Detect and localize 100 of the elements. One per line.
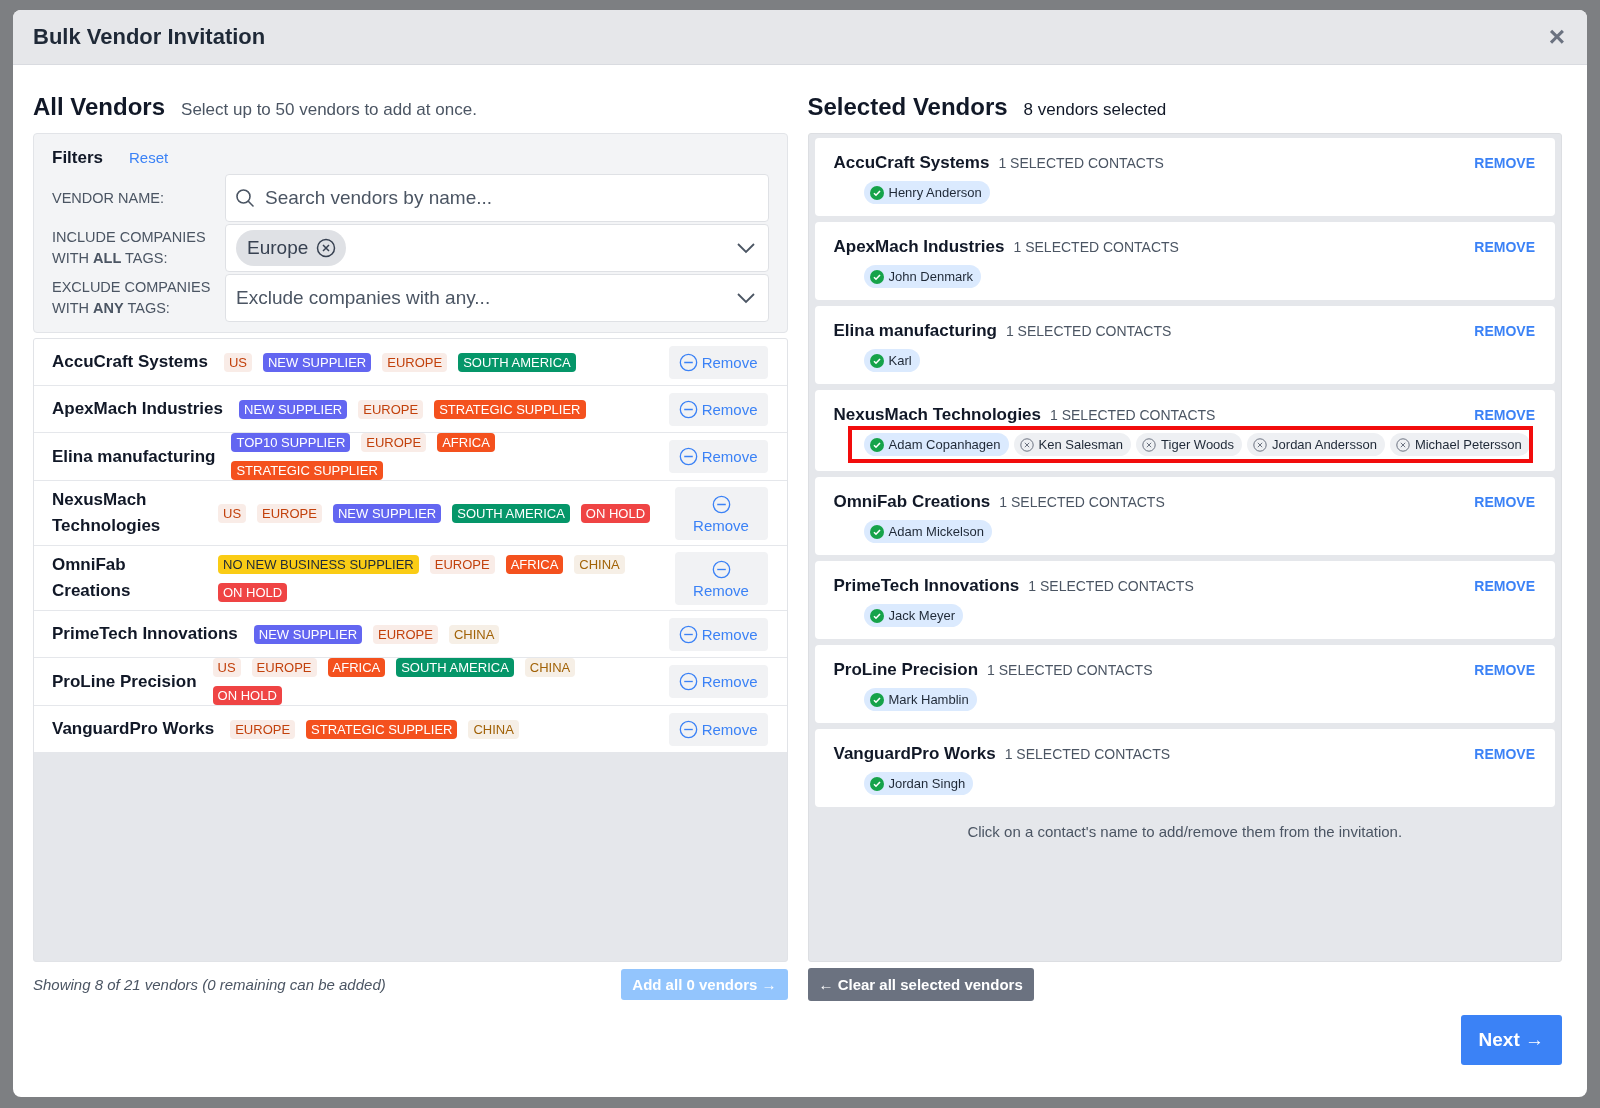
close-button[interactable]: × [1544,23,1569,51]
vendor-name: ProLine Precision [833,660,979,680]
contact-chip[interactable]: Michael Petersson [1389,433,1530,456]
minus-circle-icon [678,352,698,372]
contact-chip[interactable]: John Denmark [863,265,982,288]
tag-select-field[interactable]: Europe [225,224,769,272]
search-icon [235,188,255,208]
remove-link[interactable]: REMOVE [1474,746,1535,762]
vendor-name: OmniFab Creations [833,492,991,512]
vendor-tag: EUROPE [230,719,296,739]
filters-title: Filters [52,148,104,168]
remove-link[interactable]: REMOVE [1474,662,1535,678]
contact-chip[interactable]: Tiger Woods [1136,433,1243,456]
hint-text: Click on a contact's name to add/remove them from the invitation. [966,823,1404,840]
vendor-tag: STRATEGIC SUPPLIER [306,719,458,739]
vendor-tag: TOP10 SUPPLIER [231,433,351,452]
contact-count: 1 SELECTED CONTACTS [1013,239,1180,255]
vendor-tag: US [223,352,252,372]
contact-chip[interactable]: Jordan Singh [863,772,974,795]
contact-chip[interactable]: Adam Mickelson [863,520,992,543]
section-title: Selected Vendors [807,93,1008,121]
minus-circle-icon [678,399,698,419]
remove-link[interactable]: REMOVE [1474,323,1535,339]
remove-button[interactable]: Remove [668,617,768,651]
contact-count: 1 SELECTED CONTACTS [1028,578,1195,594]
vendor-tag: NEW SUPPLIER [253,624,363,644]
vendor-tag: STRATEGIC SUPPLIER [434,399,586,419]
contact-count: 1 SELECTED CONTACTS [1005,323,1173,339]
contact-chip[interactable]: Jordan Andersson [1247,433,1385,456]
contact-chip[interactable]: Jack Meyer [863,604,963,627]
search-field[interactable]: Search vendors by name... [225,174,769,222]
vendor-name: Elina manufacturing [52,446,216,467]
vendor-tag: SOUTH AMERICA [452,503,570,523]
remove-link[interactable]: REMOVE [1474,407,1535,423]
vendor-tag: NO NEW BUSINESS SUPPLIER [218,554,419,574]
selected-count: 8 vendors selected [1023,100,1167,120]
contact-chip[interactable]: Adam Copanhagen [863,433,1009,456]
vendor-tag: EUROPE [429,554,495,574]
remove-button[interactable]: Remove [668,440,768,473]
x-circle-icon [1142,437,1157,452]
vendor-name: VanguardPro Works [833,744,996,764]
contact-count: 1 SELECTED CONTACTS [987,662,1154,678]
remove-tag-icon[interactable] [316,238,337,258]
vendor-name: PrimeTech Innovations [833,576,1020,596]
vendor-name: PrimeTech Innovations [52,624,238,644]
contact-chip[interactable]: Karl [863,349,920,372]
vendor-tag: STRATEGIC SUPPLIER [231,461,383,480]
vendor-tag: CHINA [524,658,576,677]
vendor-name: ProLine Precision [52,671,197,692]
minus-circle-icon [678,624,698,644]
vendor-count-note: Showing 8 of 21 vendors (0 remaining can be added) [33,975,386,993]
contact-chip[interactable]: Henry Anderson [863,181,990,204]
remove-link[interactable]: REMOVE [1474,239,1535,255]
vendor-tag: AFRICA [437,433,495,452]
contact-chip[interactable]: Mark Hamblin [863,688,977,711]
next-button[interactable]: Next → [1460,1015,1562,1065]
filter-label: VENDOR NAME: [52,188,165,208]
vendor-tag: NEW SUPPLIER [332,503,442,523]
vendor-name: ApexMach Industries [52,399,223,419]
contact-chip[interactable]: Ken Salesman [1013,433,1132,456]
minus-circle-icon [711,559,731,579]
vendor-tag: ON HOLD [218,582,288,602]
vendor-name: ApexMach Industries [833,237,1005,257]
remove-button[interactable]: Remove [674,486,768,540]
window-title: Bulk Vendor Invitation [33,24,266,50]
x-circle-icon [1019,437,1034,452]
remove-link[interactable]: REMOVE [1474,578,1535,594]
remove-button[interactable]: Remove [668,345,768,379]
check-circle-icon [869,776,884,791]
remove-link[interactable]: REMOVE [1474,155,1535,171]
remove-link[interactable]: REMOVE [1474,494,1535,510]
reset-link[interactable]: Reset [129,149,169,166]
minus-circle-icon [678,447,698,466]
vendor-tag: AFRICA [327,658,386,677]
check-circle-icon [869,353,884,368]
contact-count: 1 SELECTED CONTACTS [999,494,1166,510]
vendor-tag: ON HOLD [212,686,282,705]
remove-button[interactable]: Remove [668,665,768,698]
filter-tag[interactable]: Europe [236,230,347,266]
vendor-name: Elina manufacturing [833,321,997,341]
chevron-down-icon [735,242,756,254]
section-subtitle: Select up to 50 vendors to add at once. [181,100,477,120]
remove-button[interactable]: Remove [668,712,768,746]
minus-circle-icon [678,719,698,739]
check-circle-icon [869,524,884,539]
filter-label: EXCLUDE COMPANIES WITH ANY TAGS: [52,278,212,318]
remove-button[interactable]: Remove [668,392,768,426]
remove-button[interactable]: Remove [674,551,768,605]
vendor-name: OmniFab Creations [52,554,132,602]
vendor-name: NexusMach Technologies [833,405,1041,425]
section-title: All Vendors [33,93,166,121]
vendor-tag: US [218,503,247,523]
check-circle-icon [869,269,884,284]
clear-all-button[interactable]: ← Clear all selected vendors [807,967,1034,1001]
vendor-tag: EUROPE [373,624,438,644]
vendor-tag: SOUTH AMERICA [458,352,576,372]
vendor-tag: EUROPE [251,658,317,677]
check-circle-icon [869,608,884,623]
check-circle-icon [869,692,884,707]
tag-select-field[interactable]: Exclude companies with any... [225,274,769,322]
